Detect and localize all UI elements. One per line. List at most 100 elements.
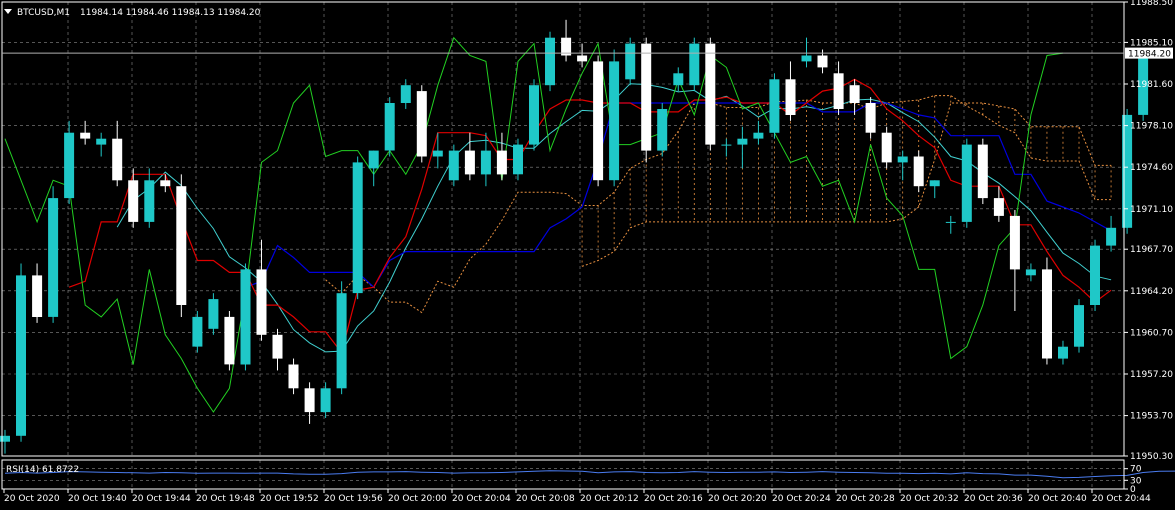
candle-body — [721, 144, 732, 146]
candle-body — [192, 316, 203, 347]
candle-body — [16, 275, 26, 436]
price-tick-label: 11953.70 — [1130, 412, 1173, 422]
candle-body — [320, 388, 331, 413]
time-tick-label: 20 Oct 20:32 — [900, 494, 959, 504]
time-tick-label: 20 Oct 2020 — [4, 494, 60, 504]
candle-body — [336, 293, 347, 389]
price-tick-label: 11950.30 — [1130, 452, 1173, 462]
candle-body — [657, 109, 668, 151]
candle-body — [769, 79, 780, 133]
candle-body — [785, 79, 796, 115]
candle-body — [737, 138, 748, 145]
time-tick-label: 20 Oct 20:00 — [388, 494, 447, 504]
time-tick-label: 20 Oct 19:40 — [68, 494, 127, 504]
price-tick-label: 11964.20 — [1130, 287, 1173, 297]
candle-body — [1074, 305, 1084, 347]
candle-body — [64, 132, 75, 199]
chart-background — [0, 0, 1175, 510]
price-tick-label: 11981.60 — [1130, 80, 1173, 90]
time-tick-label: 20 Oct 20:44 — [1092, 494, 1151, 504]
candle-body — [112, 138, 123, 181]
candle-body — [400, 85, 411, 103]
time-tick-label: 20 Oct 20:08 — [516, 494, 575, 504]
candle-body — [272, 334, 283, 359]
candle-body — [384, 103, 395, 151]
candle-body — [240, 269, 251, 365]
candle-body — [1042, 269, 1052, 359]
candle-body — [849, 85, 860, 103]
trading-chart: 11988.50 11985.10 11981.60 11978.10 11974.60… — [0, 0, 1175, 510]
candle-body — [80, 132, 91, 139]
candle-body — [1090, 245, 1100, 305]
candle-body — [881, 132, 892, 163]
candle-body — [224, 316, 235, 365]
time-tick-label: 20 Oct 19:56 — [324, 494, 383, 504]
candle-body — [368, 150, 379, 169]
candle-body — [144, 180, 155, 222]
candle-body — [208, 299, 219, 329]
candle-body — [128, 180, 139, 222]
price-tick-label: 11967.70 — [1130, 245, 1173, 255]
candle-body — [977, 144, 988, 199]
candle-body — [801, 55, 812, 62]
price-tick-label: 11957.20 — [1130, 370, 1173, 380]
rsi-tick-label: 70 — [1130, 465, 1142, 475]
candle-body — [689, 43, 700, 86]
price-tick-label: 11988.50 — [1130, 0, 1173, 8]
candle-body — [673, 73, 684, 86]
candle-body — [1009, 215, 1020, 270]
price-tick-label: 11985.10 — [1130, 38, 1173, 48]
candle-body — [833, 73, 844, 109]
price-tick-label: 11978.10 — [1130, 122, 1173, 132]
candle-body — [48, 198, 59, 317]
candle-body — [593, 61, 604, 181]
candle-body — [961, 144, 972, 222]
price-tick-label: 11971.10 — [1130, 205, 1173, 215]
candle-body — [897, 156, 908, 163]
candle-body — [817, 55, 828, 68]
candle-body — [256, 269, 267, 335]
candle-body — [464, 150, 475, 175]
time-tick-label: 20 Oct 20:04 — [452, 494, 511, 504]
candle-body — [545, 37, 555, 86]
symbol-label: BTCUSD,M1 — [17, 8, 70, 18]
candle-body — [176, 186, 187, 305]
ohlc-readout: 11984.14 11984.46 11984.13 11984.20 — [80, 8, 261, 18]
candle-body — [448, 150, 459, 181]
candle-body — [641, 43, 652, 151]
rsi-header-label: RSI(14) 61.8722 — [6, 465, 79, 475]
time-tick-label: 20 Oct 19:44 — [132, 494, 191, 504]
time-tick-label: 20 Oct 19:52 — [260, 494, 319, 504]
candle-body — [865, 103, 876, 133]
candle-body — [929, 180, 940, 187]
candle-body — [432, 150, 443, 157]
candle-body — [529, 85, 539, 145]
time-tick-label: 20 Oct 20:16 — [644, 494, 703, 504]
candle-body — [625, 43, 636, 80]
candle-body — [753, 132, 764, 139]
candle-body — [577, 55, 588, 62]
candle-body — [480, 150, 491, 175]
current-price-label: 11984.20 — [1128, 50, 1171, 60]
time-tick-label: 20 Oct 20:20 — [708, 494, 767, 504]
candle-body — [32, 275, 43, 317]
candle-body — [496, 150, 507, 175]
candle-body — [304, 388, 315, 413]
candle-body — [945, 221, 956, 223]
candle-body — [1058, 346, 1068, 359]
candle-body — [352, 162, 363, 294]
price-tick-label: 11974.60 — [1130, 163, 1173, 173]
candle-body — [1106, 227, 1117, 246]
time-tick-label: 20 Oct 20:40 — [1028, 494, 1087, 504]
time-tick-label: 20 Oct 20:12 — [580, 494, 639, 504]
candle-body — [288, 364, 299, 389]
candle-body — [96, 138, 107, 145]
candle-body — [913, 156, 924, 187]
candle-body — [1025, 269, 1036, 276]
candle-body — [513, 144, 523, 175]
time-tick-label: 20 Oct 20:24 — [772, 494, 831, 504]
time-tick-label: 20 Oct 20:28 — [836, 494, 895, 504]
price-tick-label: 11960.70 — [1130, 328, 1173, 338]
candle-body — [993, 198, 1004, 216]
candle-body — [416, 91, 427, 157]
